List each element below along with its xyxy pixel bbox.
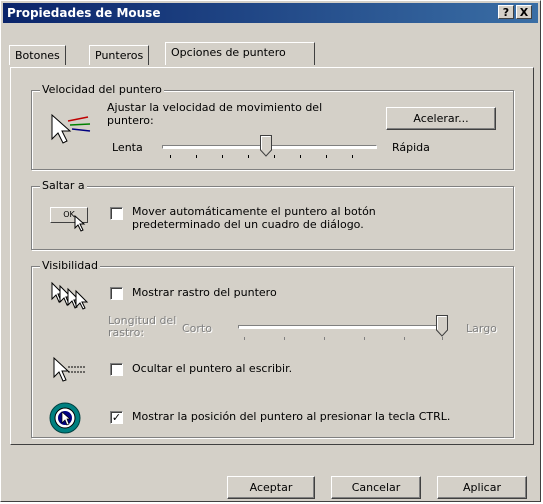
title-bar[interactable]: Propiedades de Mouse ? X bbox=[3, 3, 538, 23]
trail-length-slider-track[interactable] bbox=[238, 325, 448, 329]
trails-checkbox[interactable] bbox=[110, 287, 123, 300]
speed-group: Velocidad del puntero Ajustar la velocid… bbox=[31, 83, 514, 170]
accelerate-button[interactable]: Acelerar... bbox=[386, 107, 496, 130]
tab-panel: Velocidad del puntero Ajustar la velocid… bbox=[10, 67, 534, 445]
trails-label: Mostrar rastro del puntero bbox=[132, 286, 277, 299]
tab-botones[interactable]: Botones bbox=[9, 45, 66, 65]
speed-legend: Velocidad del puntero bbox=[40, 83, 164, 96]
trail-short-label: Corto bbox=[182, 322, 212, 335]
visibility-group: Visibilidad Mostrar rastro del puntero L… bbox=[31, 259, 514, 438]
hide-pointer-checkbox[interactable] bbox=[110, 363, 123, 376]
hide-pointer-label: Ocultar el puntero al escribir. bbox=[132, 362, 293, 375]
speed-slow-label: Lenta bbox=[112, 141, 143, 154]
speed-tick bbox=[248, 155, 249, 158]
tab-punteros[interactable]: Punteros bbox=[89, 45, 150, 65]
trail-length-slider-thumb[interactable] bbox=[436, 315, 448, 337]
speed-fast-label: Rápida bbox=[392, 141, 430, 154]
speed-tick bbox=[300, 155, 301, 158]
help-button[interactable]: ? bbox=[498, 5, 514, 19]
ctrl-location-label: Mostrar la posición del puntero al presi… bbox=[132, 410, 451, 423]
speed-slider-thumb[interactable] bbox=[260, 135, 272, 157]
mouse-properties-window: Propiedades de Mouse ? X Botones Puntero… bbox=[0, 0, 541, 502]
pointer-icon bbox=[74, 215, 86, 232]
trail-tick bbox=[244, 337, 245, 340]
speed-tick bbox=[222, 155, 223, 158]
hide-pointer-icon bbox=[53, 356, 86, 382]
speed-tick bbox=[170, 155, 171, 158]
trail-length-label: Longitud del rastro: bbox=[108, 314, 177, 339]
ctrl-location-checkbox[interactable]: ✓ bbox=[110, 411, 123, 424]
trail-tick bbox=[324, 337, 325, 340]
tab-opciones-de-puntero[interactable]: Opciones de puntero bbox=[165, 42, 315, 65]
snap-legend: Saltar a bbox=[40, 179, 87, 192]
snap-label: Mover automáticamente el puntero al botó… bbox=[132, 205, 376, 231]
snap-group: Saltar a OK Mover automáticamente el pun… bbox=[31, 179, 514, 250]
pointer-speed-icon bbox=[51, 113, 91, 144]
trail-long-label: Largo bbox=[466, 322, 497, 335]
cancel-button[interactable]: Cancelar bbox=[331, 476, 421, 499]
close-button[interactable]: X bbox=[516, 5, 532, 19]
window-title: Propiedades de Mouse bbox=[7, 6, 161, 20]
speed-tick bbox=[352, 155, 353, 158]
snap-checkbox[interactable] bbox=[110, 207, 123, 220]
trail-tick bbox=[284, 337, 285, 340]
trail-tick bbox=[404, 337, 405, 340]
speed-description: Ajustar la velocidad de movimiento del p… bbox=[107, 101, 323, 127]
speed-tick bbox=[274, 155, 275, 158]
trail-tick bbox=[442, 337, 443, 340]
pointer-location-icon bbox=[49, 402, 81, 434]
speed-tick bbox=[196, 155, 197, 158]
speed-tick bbox=[326, 155, 327, 158]
pointer-trails-icon bbox=[51, 281, 89, 310]
trail-tick bbox=[364, 337, 365, 340]
apply-button[interactable]: Aplicar bbox=[437, 476, 527, 499]
visibility-legend: Visibilidad bbox=[40, 259, 100, 272]
ok-button[interactable]: Aceptar bbox=[227, 476, 315, 499]
